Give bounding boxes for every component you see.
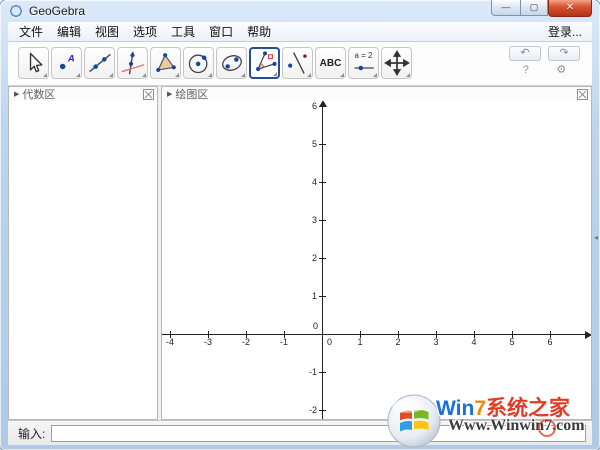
x-tick-label: 5 [509,337,515,347]
input-bar: 输入: [8,420,592,445]
algebra-panel-header: ▶ 代数区 [9,87,157,101]
algebra-view-panel: ▶ 代数区 [8,86,158,420]
menu-item-1[interactable]: 编辑 [50,21,88,42]
graphics-view-panel: ▶ 绘图区 -4 -3 -2 -1 0 1 2 3 4 5 6 -2 -1 0 1 2 3 4 5 6 [161,86,592,420]
geogebra-window: GeoGebra — ▢ ✕ 文件 编辑 视图 选项 工具 窗口 帮助 登录... A ABC a… [0,0,600,450]
y-tick-label: 2 [311,253,317,263]
algebra-collapse-icon[interactable]: ▶ [14,90,19,98]
tool-perpendicular-line-button[interactable] [117,47,148,79]
tool-slider-button[interactable]: a = 2 [348,47,379,79]
y-tick [319,372,326,373]
angle-icon [255,51,277,72]
y-tick [319,144,326,145]
x-tick-label: 2 [395,337,401,347]
circle-icon [188,54,207,74]
svg-text:A: A [66,53,74,64]
graphics-panel-title: 绘图区 [175,89,209,101]
command-input[interactable] [51,424,586,442]
undo-redo-group: ↶ ↷ [509,46,580,61]
tool-line-button[interactable] [84,47,115,79]
geogebra-logo-icon [9,4,23,18]
toolbar-tools: A ABC a = 2 [18,47,412,79]
y-tick-label: -2 [308,405,317,415]
y-tick-label: 5 [311,139,317,149]
point-icon: A [59,53,74,70]
tool-text-button[interactable]: ABC [315,47,346,79]
y-tick-label: 0 [312,321,318,331]
graphics-close-icon[interactable] [577,88,588,100]
help-icon[interactable]: ? [523,63,529,77]
perpendicular-line-icon [121,51,144,75]
x-tick-label: -1 [279,337,289,347]
x-tick-label: 0 [327,337,333,347]
tool-move-view-button[interactable] [381,47,412,79]
tool-point-button[interactable]: A [51,47,82,79]
algebra-close-icon[interactable] [143,88,154,100]
toolbar: A ABC a = 2 ↶ ↷ ? ⚙ [8,42,592,86]
y-tick [319,410,326,411]
login-menu-item[interactable]: 登录... [538,21,592,42]
toolbar-sub-group: ? ⚙ [509,63,580,77]
menu-item-0[interactable]: 文件 [12,21,50,42]
maximize-button[interactable]: ▢ [520,0,548,16]
y-tick [319,220,326,221]
graphics-canvas[interactable]: -4 -3 -2 -1 0 1 2 3 4 5 6 -2 -1 0 1 2 3 4 5 6 [162,101,591,419]
redo-button[interactable]: ↷ [548,46,580,61]
algebra-view-body[interactable] [9,101,157,419]
x-tick-label: 6 [547,337,553,347]
algebra-panel-title: 代数区 [22,89,56,101]
y-tick-label: 6 [311,101,317,111]
y-tick [319,182,326,183]
tool-reflect-button[interactable] [282,47,313,79]
ellipse-icon [221,55,242,71]
menu-item-3[interactable]: 选项 [126,21,164,42]
tool-circle-button[interactable] [183,47,214,79]
reflect-icon [287,52,307,74]
slider-glyph: a = 2 [354,51,373,60]
x-axis [162,334,586,335]
y-tick [319,296,326,297]
client-area: 文件 编辑 视图 选项 工具 窗口 帮助 登录... A ABC a = 2 ↶ ↷ ? ⚙ ▶ … [8,22,592,445]
window-title: GeoGebra [29,4,86,18]
window-controls: — ▢ ✕ [491,0,592,17]
menubar: 文件 编辑 视图 选项 工具 窗口 帮助 登录... [8,22,592,42]
y-tick-label: -1 [308,367,317,377]
graphics-collapse-icon[interactable]: ▶ [167,90,172,98]
menu-item-6[interactable]: 帮助 [240,21,278,42]
y-tick-label: 3 [311,215,317,225]
gear-icon[interactable]: ⚙ [556,63,566,77]
menu-item-2[interactable]: 视图 [88,21,126,42]
graphics-panel-header: ▶ 绘图区 [162,87,591,101]
x-tick-label: 3 [433,337,439,347]
x-tick-label: 4 [471,337,477,347]
x-tick-label: -2 [241,337,251,347]
line-icon [88,53,111,73]
tool-angle-button[interactable] [249,47,280,79]
titlebar: GeoGebra — ▢ ✕ [0,0,600,22]
slider-icon [353,65,374,71]
y-tick-label: 4 [311,177,317,187]
close-button[interactable]: ✕ [548,0,592,17]
minimize-button[interactable]: — [491,0,520,16]
move-icon [29,52,42,73]
menu-item-4[interactable]: 工具 [164,21,202,42]
x-tick-label: 1 [357,337,363,347]
input-label: 输入: [18,426,46,441]
x-tick-label: -4 [165,337,175,347]
y-tick [319,106,326,107]
tool-move-button[interactable] [18,47,49,79]
menu-item-5[interactable]: 窗口 [202,21,240,42]
x-tick-label: -3 [203,337,213,347]
sidebar-toggle-icon[interactable]: ◂ [592,230,600,246]
move-view-icon [383,50,410,76]
undo-button[interactable]: ↶ [509,46,541,61]
y-tick-label: 1 [311,291,317,301]
x-axis-arrow-icon [585,330,591,339]
tool-polygon-button[interactable] [150,47,181,79]
polygon-icon [155,53,176,73]
tool-ellipse-button[interactable] [216,47,247,79]
y-tick [319,258,326,259]
abc-glyph: ABC [319,57,342,69]
